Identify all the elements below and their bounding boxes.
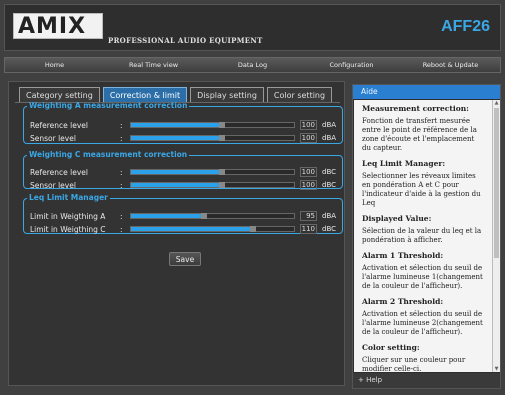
save-button[interactable]: Save bbox=[169, 252, 201, 266]
help-section-text: Selectionner les réveaux limites en pond… bbox=[362, 172, 481, 207]
row-colon: : bbox=[120, 225, 123, 234]
row-label: Sensor level bbox=[30, 134, 76, 143]
tab-color-setting[interactable]: Color setting bbox=[266, 87, 333, 102]
slider-fill bbox=[131, 170, 220, 174]
slider-fill bbox=[131, 123, 220, 127]
unit-label: dBA bbox=[322, 121, 337, 129]
value-field[interactable]: 95 bbox=[300, 211, 317, 221]
help-footer[interactable]: + Help bbox=[353, 373, 500, 388]
help-section-heading: Alarm 1 Threshold: bbox=[362, 251, 444, 260]
row-a-reference-level: Reference level: 100 dBA bbox=[24, 120, 342, 131]
help-content: Measurement correction: Fonction de trans… bbox=[354, 100, 492, 372]
value-field[interactable]: 100 bbox=[300, 167, 317, 177]
row-colon: : bbox=[120, 168, 123, 177]
tab-display-setting[interactable]: Display setting bbox=[190, 87, 264, 102]
unit-label: dBA bbox=[322, 212, 337, 220]
amix-logo: AMIX bbox=[13, 13, 103, 39]
level-slider[interactable] bbox=[130, 226, 295, 232]
leq-limit-group: Leq Limit Manager Limit in Weigthing A: 9… bbox=[23, 194, 343, 234]
value-field[interactable]: 110 bbox=[300, 224, 317, 234]
main-nav: Home Real Time view Data Log Configurati… bbox=[4, 57, 501, 73]
unit-label: dBA bbox=[322, 134, 337, 142]
level-slider[interactable] bbox=[130, 213, 295, 219]
row-label: Reference level bbox=[30, 168, 88, 177]
help-section-heading: Color setting: bbox=[362, 343, 420, 352]
row-limit-weighting-a: Limit in Weigthing A: 95 dBA bbox=[24, 211, 342, 222]
value-field[interactable]: 100 bbox=[300, 133, 317, 143]
nav-configuration[interactable]: Configuration bbox=[302, 58, 401, 72]
help-panel: Aide Measurement correction: Fonction de … bbox=[352, 84, 501, 389]
scroll-thumb[interactable] bbox=[494, 108, 499, 258]
level-slider[interactable] bbox=[130, 182, 295, 188]
help-section-heading: Measurement correction: bbox=[362, 104, 469, 113]
expand-icon: + bbox=[358, 376, 364, 384]
slider-fill bbox=[131, 183, 220, 187]
row-label: Limit in Weigthing A bbox=[30, 212, 106, 221]
level-slider[interactable] bbox=[130, 122, 295, 128]
scroll-down-arrow-icon[interactable]: ▼ bbox=[494, 366, 499, 372]
slider-thumb[interactable] bbox=[219, 182, 225, 188]
slider-fill bbox=[131, 214, 202, 218]
tab-category-setting[interactable]: Category setting bbox=[19, 87, 100, 102]
tab-correction-limit[interactable]: Correction & limit bbox=[102, 87, 188, 102]
settings-panel: Category setting Correction & limit Disp… bbox=[8, 81, 345, 386]
row-limit-weighting-c: Limit in Weigthing C: 110 dBC bbox=[24, 224, 342, 235]
value-field[interactable]: 100 bbox=[300, 180, 317, 190]
app-window: AMIX PROFESSIONAL AUDIO EQUIPMENT AFF26 … bbox=[0, 0, 505, 395]
row-c-reference-level: Reference level: 100 dBC bbox=[24, 167, 342, 178]
help-section-text: Activation et sélection du seuil de l'al… bbox=[362, 310, 483, 336]
scroll-up-arrow-icon[interactable]: ▲ bbox=[494, 100, 499, 106]
row-colon: : bbox=[120, 212, 123, 221]
row-label: Limit in Weigthing C bbox=[30, 225, 106, 234]
leq-limit-title: Leq Limit Manager bbox=[29, 193, 108, 202]
help-section-text: Activation et sélection du seuil de l'al… bbox=[362, 264, 483, 290]
tab-bar: Category setting Correction & limit Disp… bbox=[19, 87, 333, 102]
slider-fill bbox=[131, 227, 251, 231]
help-scrollbar[interactable]: ▲ ▼ bbox=[492, 100, 500, 372]
help-footer-label: Help bbox=[366, 376, 383, 384]
row-c-sensor-level: Sensor level: 100 dBC bbox=[24, 180, 342, 191]
model-name: AFF26 bbox=[441, 18, 490, 35]
slider-thumb[interactable] bbox=[219, 169, 225, 175]
row-colon: : bbox=[120, 181, 123, 190]
row-colon: : bbox=[120, 134, 123, 143]
help-section-text: Fonction de transfert mesurée entre le p… bbox=[362, 117, 477, 152]
help-section-text: Cliquer sur une couleur pour modifier ce… bbox=[362, 356, 466, 372]
weighting-a-title: Weighting A measurement correction bbox=[29, 101, 188, 110]
row-label: Sensor level bbox=[30, 181, 76, 190]
slider-thumb[interactable] bbox=[250, 226, 256, 232]
row-a-sensor-level: Sensor level: 100 dBA bbox=[24, 133, 342, 144]
nav-real-time-view[interactable]: Real Time view bbox=[104, 58, 203, 72]
unit-label: dBC bbox=[322, 168, 337, 176]
slider-thumb[interactable] bbox=[201, 213, 207, 219]
unit-label: dBC bbox=[322, 181, 337, 189]
nav-reboot-update[interactable]: Reboot & Update bbox=[401, 58, 500, 72]
help-section-heading: Alarm 2 Threshold: bbox=[362, 297, 444, 306]
nav-data-log[interactable]: Data Log bbox=[203, 58, 302, 72]
slider-thumb[interactable] bbox=[219, 122, 225, 128]
weighting-a-group: Weighting A measurement correction Refer… bbox=[23, 102, 343, 144]
help-section-text: Sélection de la valeur du leq et la pond… bbox=[362, 227, 482, 244]
slider-fill bbox=[131, 136, 220, 140]
weighting-c-title: Weighting C measurement correction bbox=[29, 150, 188, 159]
weighting-c-group: Weighting C measurement correction Refer… bbox=[23, 150, 343, 191]
help-section-heading: Displayed Value: bbox=[362, 214, 432, 223]
logo-text: AMIX bbox=[18, 14, 87, 39]
help-section-heading: Leq Limit Manager: bbox=[362, 159, 446, 168]
nav-home[interactable]: Home bbox=[5, 58, 104, 72]
header-bar: AMIX PROFESSIONAL AUDIO EQUIPMENT AFF26 bbox=[4, 4, 501, 51]
level-slider[interactable] bbox=[130, 135, 295, 141]
row-colon: : bbox=[120, 121, 123, 130]
tagline: PROFESSIONAL AUDIO EQUIPMENT bbox=[108, 36, 263, 45]
slider-thumb[interactable] bbox=[219, 135, 225, 141]
level-slider[interactable] bbox=[130, 169, 295, 175]
help-title: Aide bbox=[353, 85, 500, 99]
value-field[interactable]: 100 bbox=[300, 120, 317, 130]
unit-label: dBC bbox=[322, 225, 337, 233]
row-label: Reference level bbox=[30, 121, 88, 130]
